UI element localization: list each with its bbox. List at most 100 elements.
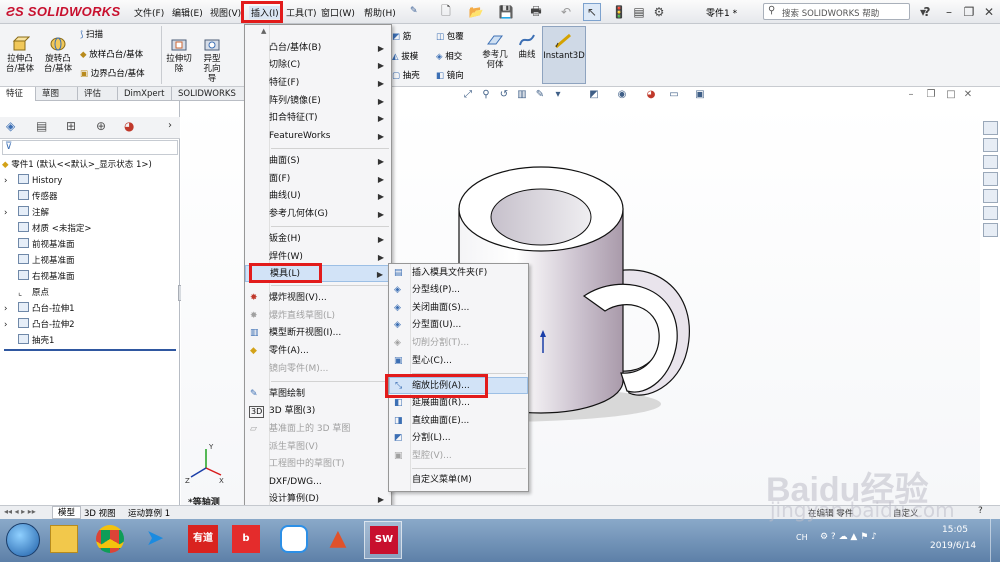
tab-model[interactable]: 模型 [52,506,82,519]
tree-item-origin[interactable]: ⌞ 原点 [4,285,180,301]
dynamic-annotation-icon[interactable]: ✎ [534,89,546,101]
menu-item-pattern-mirror[interactable]: 阵列/镜像(E) ▶ [245,93,391,110]
instant3d-button[interactable]: Instant3D [542,26,586,84]
appearances-icon[interactable] [983,189,998,203]
shell-button[interactable]: ▢ 抽壳 [392,69,420,81]
clock-date[interactable]: 2019/6/14 [930,541,976,551]
language-indicator[interactable]: CH [796,533,808,542]
solidworks-resources-icon[interactable] [983,121,998,135]
menu-item-sketch[interactable]: ✎ 草图绘制 [245,386,391,403]
tree-root[interactable]: ◆ 零件1 (默认<<默认>_显示状态 1>) [2,157,152,173]
file-explorer-icon[interactable] [983,155,998,169]
tree-item-material[interactable]: 材质 <未指定> [4,221,180,237]
feature-manager-icon[interactable]: ◈ [6,119,15,133]
menu-item-split[interactable]: ◩ 分割(L)... [389,430,528,447]
menu-item-face[interactable]: 面(F) ▶ [245,171,391,188]
tree-filter-box[interactable]: ⊽ [2,140,178,155]
start-button-icon[interactable] [6,523,40,557]
view-settings-icon[interactable]: ▣ [694,89,706,101]
forum-icon[interactable] [983,223,998,237]
tree-item-top-plane[interactable]: 上视基准面 [4,253,180,269]
wrap-button[interactable]: ◫ 包覆 [436,30,464,42]
tab-scroll-icons[interactable]: ◂◂ ◂ ▸ ▸▸ [4,507,36,516]
menu-item-insert-mold-folder[interactable]: ▤ 插入模具文件夹(F) [389,265,528,282]
zoom-to-fit-icon[interactable]: ⤢ [462,89,474,101]
revolve-boss-button[interactable]: 旋转凸台/基体 [43,36,73,74]
help-search-box[interactable]: ⚲ 搜索 SOLIDWORKS 帮助 [763,3,910,20]
rebuild-traffic-light-icon[interactable]: 🚦 [610,3,628,21]
show-desktop-button[interactable] [990,519,1000,562]
tab-features[interactable]: 特征 [0,87,36,101]
panel-expand-icon[interactable]: › [168,120,172,131]
print-icon[interactable]: 🖶 [527,3,545,21]
apply-scene-icon[interactable]: ▭ [668,89,680,101]
reference-geometry-button[interactable]: 参考几何体 [480,32,510,70]
tree-item-right-plane[interactable]: 右视基准面 [4,269,180,285]
dimxpert-manager-icon[interactable]: ⊕ [96,119,106,133]
property-manager-icon[interactable]: ▤ [36,119,47,133]
menu-item-parting-lines[interactable]: ◈ 分型线(P)... [389,282,528,299]
boundary-boss-button[interactable]: ▣ 边界凸台/基体 [80,67,145,79]
menu-item-features[interactable]: 特征(F) ▶ [245,75,391,92]
menu-insert[interactable]: 插入(I) [249,6,281,19]
configuration-manager-icon[interactable]: ⊞ [66,119,76,133]
extrude-cut-button[interactable]: 拉伸切除 [164,36,194,74]
baidu-netdisk-taskbar-icon[interactable] [280,525,308,553]
loft-button[interactable]: ◆ 放样凸台/基体 [80,48,143,60]
tree-item-sensors[interactable]: 传感器 [4,189,180,205]
pin-icon[interactable]: ✎ [410,6,418,16]
previous-view-icon[interactable]: ↺ [498,89,510,101]
display-style-icon[interactable]: ◩ [588,89,600,101]
save-icon[interactable]: 💾 [497,3,515,21]
solidworks-taskbar-button[interactable]: SW [364,521,402,559]
custom-properties-icon[interactable] [983,206,998,220]
tree-item-shell1[interactable]: 抽壳1 [4,333,176,351]
menu-item-featureworks[interactable]: FeatureWorks ▶ [245,128,391,145]
menu-item-fastening-feature[interactable]: 扣合特征(T) ▶ [245,110,391,127]
tab-evaluate[interactable]: 评估 [78,87,118,101]
tab-3d-views[interactable]: 3D 视图 [84,507,116,519]
menu-item-parting-surface[interactable]: ◈ 分型面(U)... [389,317,528,334]
menu-item-boss-base[interactable]: 凸台/基体(B) ▶ [245,40,391,57]
viewport-maximize-icon[interactable]: □ [945,89,957,101]
tree-item-front-plane[interactable]: 前视基准面 [4,237,180,253]
file-properties-icon[interactable]: ▤ [630,3,648,21]
menu-item-shut-off-surfaces[interactable]: ◈ 关闭曲面(S)... [389,300,528,317]
menu-item-reference-geometry[interactable]: 参考几何体(G) ▶ [245,206,391,223]
tab-motion-study[interactable]: 运动算例 1 [128,507,170,519]
open-folder-icon[interactable]: 📂 [467,3,485,21]
tree-item-annotations[interactable]: › 注解 [4,205,180,221]
matlab-taskbar-icon[interactable]: ▲ [324,525,352,553]
undo-icon[interactable]: ↶ [557,3,575,21]
new-document-icon[interactable]: 🗋 [437,3,455,21]
menu-edit[interactable]: 编辑(E) [172,6,203,19]
viewport-minimize-icon[interactable]: – [905,89,917,101]
tab-dimxpert[interactable]: DimXpert [118,87,172,101]
clock-time[interactable]: 15:05 [942,525,968,535]
minimize-icon[interactable]: – [940,3,958,21]
restore-icon[interactable]: ❐ [960,3,978,21]
menu-item-customize-menu[interactable]: 自定义菜单(M) [389,472,528,489]
chrome-taskbar-icon[interactable] [96,525,124,553]
menu-item-extend-surface[interactable]: ◧ 延展曲面(R)... [389,395,528,412]
menu-item-curve[interactable]: 曲线(U) ▶ [245,188,391,205]
close-icon[interactable]: ✕ [980,3,998,21]
menu-file[interactable]: 文件(F) [134,6,164,19]
section-view-icon[interactable]: ▥ [516,89,528,101]
edit-appearance-icon[interactable]: ◕ [645,89,657,101]
app-taskbar-icon[interactable]: b [232,525,260,553]
curves-button[interactable]: 曲线 [514,32,540,60]
view-palette-icon[interactable] [983,172,998,186]
menu-item-cut[interactable]: 切除(C) ▶ [245,57,391,74]
tree-item-boss-extrude1[interactable]: › 凸台-拉伸1 [4,301,180,317]
display-manager-icon[interactable]: ◕ [124,119,134,133]
menu-item-molds[interactable]: 模具(L) ▶ [245,265,391,282]
intersect-button[interactable]: ◈ 相交 [436,50,462,62]
menu-scroll-up-icon[interactable]: ▲ [261,27,266,35]
menu-help[interactable]: 帮助(H) [364,6,396,19]
menu-item-dxf-dwg[interactable]: DXF/DWG... [245,474,391,491]
tab-sketch[interactable]: 草图 [36,87,78,101]
select-cursor-icon[interactable]: ↖ [583,3,601,21]
search-input[interactable]: 搜索 SOLIDWORKS 帮助 [782,7,879,19]
menu-item-surface[interactable]: 曲面(S) ▶ [245,153,391,170]
